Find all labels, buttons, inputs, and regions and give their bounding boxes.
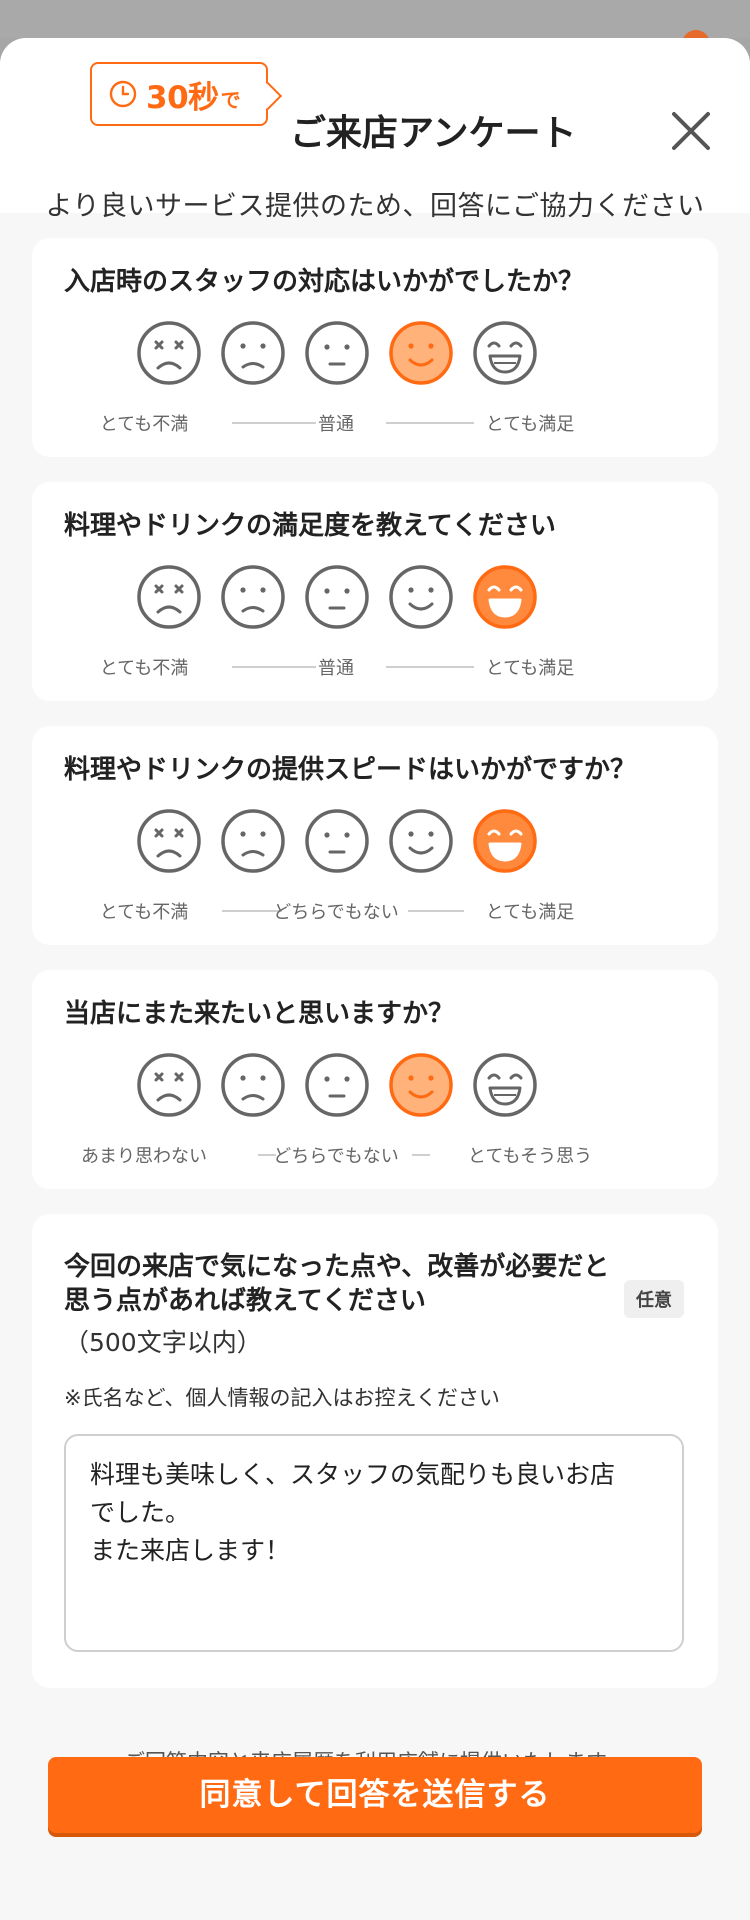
rating-option-5[interactable] bbox=[472, 808, 538, 874]
scale-label: 普通 bbox=[318, 414, 354, 435]
neutral-face-icon bbox=[305, 809, 369, 873]
question-card: 入店時のスタッフの対応はいかがでしたか？ とても不満 普通 とても満足 bbox=[32, 238, 718, 457]
privacy-note: ※氏名など、個人情報の記入はお控えください bbox=[64, 1386, 500, 1410]
rating-option-5[interactable] bbox=[472, 320, 538, 386]
rating-option-5[interactable] bbox=[472, 1052, 538, 1118]
satisfied-face-icon bbox=[389, 1053, 453, 1117]
very-dissatisfied-face-icon bbox=[137, 565, 201, 629]
dissatisfied-face-icon bbox=[221, 1053, 285, 1117]
dissatisfied-face-icon bbox=[221, 565, 285, 629]
scale-label: とても不満 bbox=[99, 414, 189, 435]
satisfied-face-icon bbox=[389, 809, 453, 873]
very-dissatisfied-face-icon bbox=[137, 1053, 201, 1117]
neutral-face-icon bbox=[305, 565, 369, 629]
page-subtitle: より良いサービス提供のため、回答にご協力ください bbox=[45, 191, 705, 222]
rating-option-3[interactable] bbox=[304, 808, 370, 874]
scale-label: あまり思わない bbox=[81, 1146, 207, 1167]
scale-divider bbox=[386, 666, 474, 668]
dissatisfied-face-icon bbox=[221, 321, 285, 385]
comment-textarea[interactable]: 料理も美味しく、スタッフの気配りも良いお店 でした。 また来店します！ bbox=[64, 1434, 684, 1652]
very-dissatisfied-face-icon bbox=[137, 321, 201, 385]
free-comment-card: 今回の来店で気になった点や、改善が必要だと思う点があれば教えてください （500… bbox=[32, 1214, 718, 1688]
rating-option-3[interactable] bbox=[304, 1052, 370, 1118]
page-title: ご来店アンケート bbox=[290, 113, 577, 154]
rating-option-3[interactable] bbox=[304, 320, 370, 386]
duration-value: 30秒 bbox=[146, 79, 219, 116]
scale-label: どちらでもない bbox=[273, 902, 399, 923]
scale-divider bbox=[232, 422, 316, 424]
clock-icon bbox=[109, 80, 137, 108]
scale-label: とても不満 bbox=[99, 658, 189, 679]
rating-options bbox=[32, 320, 718, 390]
very-satisfied-face-icon bbox=[473, 809, 537, 873]
very-satisfied-face-icon bbox=[473, 565, 537, 629]
question-title: 入店時のスタッフの対応はいかがでしたか？ bbox=[64, 267, 585, 297]
rating-option-2[interactable] bbox=[220, 808, 286, 874]
neutral-face-icon bbox=[305, 321, 369, 385]
rating-option-1[interactable] bbox=[136, 320, 202, 386]
question-card: 料理やドリンクの提供スピードはいかがですか？ とても不満 どちらでもない とても満足 bbox=[32, 726, 718, 945]
scale-label: とてもそう思う bbox=[467, 1146, 593, 1167]
rating-option-2[interactable] bbox=[220, 1052, 286, 1118]
very-satisfied-face-icon bbox=[473, 1053, 537, 1117]
rating-scale: とても不満 どちらでもない とても満足 bbox=[32, 898, 718, 924]
very-satisfied-face-icon bbox=[473, 321, 537, 385]
rating-option-2[interactable] bbox=[220, 320, 286, 386]
rating-option-4[interactable] bbox=[388, 1052, 454, 1118]
rating-option-4[interactable] bbox=[388, 564, 454, 630]
rating-option-3[interactable] bbox=[304, 564, 370, 630]
submit-button[interactable]: 同意して回答を送信する bbox=[48, 1757, 702, 1833]
rating-options bbox=[32, 564, 718, 634]
scale-label: どちらでもない bbox=[273, 1146, 399, 1167]
character-limit-label: （500文字以内） bbox=[64, 1328, 262, 1357]
duration-badge: 30秒 で bbox=[90, 62, 268, 126]
rating-scale: とても不満 普通 とても満足 bbox=[32, 654, 718, 680]
satisfied-face-icon bbox=[389, 321, 453, 385]
rating-option-4[interactable] bbox=[388, 320, 454, 386]
rating-scale: とても不満 普通 とても満足 bbox=[32, 410, 718, 436]
dissatisfied-face-icon bbox=[221, 809, 285, 873]
scale-label: 普通 bbox=[318, 658, 354, 679]
optional-badge: 任意 bbox=[624, 1280, 684, 1318]
rating-option-4[interactable] bbox=[388, 808, 454, 874]
close-button[interactable] bbox=[668, 108, 714, 154]
rating-options bbox=[32, 1052, 718, 1122]
rating-option-1[interactable] bbox=[136, 1052, 202, 1118]
survey-sheet: 30秒 で ご来店アンケート より良いサービス提供のため、回答にご協力ください … bbox=[0, 38, 750, 1920]
close-icon bbox=[672, 112, 710, 150]
duration-suffix: で bbox=[220, 87, 241, 112]
neutral-face-icon bbox=[305, 1053, 369, 1117]
background-overlay bbox=[0, 0, 750, 58]
scale-label: とても満足 bbox=[485, 658, 575, 679]
satisfied-face-icon bbox=[389, 565, 453, 629]
question-title: 料理やドリンクの満足度を教えてください bbox=[64, 511, 556, 541]
question-card: 料理やドリンクの満足度を教えてくださいとても不満 普通 とても満足 bbox=[32, 482, 718, 701]
question-card: 当店にまた来たいと思いますか？ あまり思わない どちらでもない とてもそう思う bbox=[32, 970, 718, 1189]
rating-option-1[interactable] bbox=[136, 564, 202, 630]
scale-label: とても満足 bbox=[485, 902, 575, 923]
survey-header: 30秒 で ご来店アンケート より良いサービス提供のため、回答にご協力ください bbox=[0, 38, 750, 222]
rating-options bbox=[32, 808, 718, 878]
rating-option-1[interactable] bbox=[136, 808, 202, 874]
free-comment-question: 今回の来店で気になった点や、改善が必要だと思う点があれば教えてください bbox=[64, 1252, 610, 1316]
scale-divider bbox=[232, 666, 316, 668]
question-title: 料理やドリンクの提供スピードはいかがですか？ bbox=[64, 755, 637, 785]
rating-option-5[interactable] bbox=[472, 564, 538, 630]
rating-scale: あまり思わない どちらでもない とてもそう思う bbox=[32, 1142, 718, 1168]
rating-option-2[interactable] bbox=[220, 564, 286, 630]
scale-label: とても不満 bbox=[99, 902, 189, 923]
scale-label: とても満足 bbox=[485, 414, 575, 435]
question-title: 当店にまた来たいと思いますか？ bbox=[64, 999, 455, 1029]
very-dissatisfied-face-icon bbox=[137, 809, 201, 873]
scale-divider bbox=[386, 422, 474, 424]
scale-divider bbox=[412, 1154, 430, 1156]
scale-divider bbox=[408, 910, 464, 912]
